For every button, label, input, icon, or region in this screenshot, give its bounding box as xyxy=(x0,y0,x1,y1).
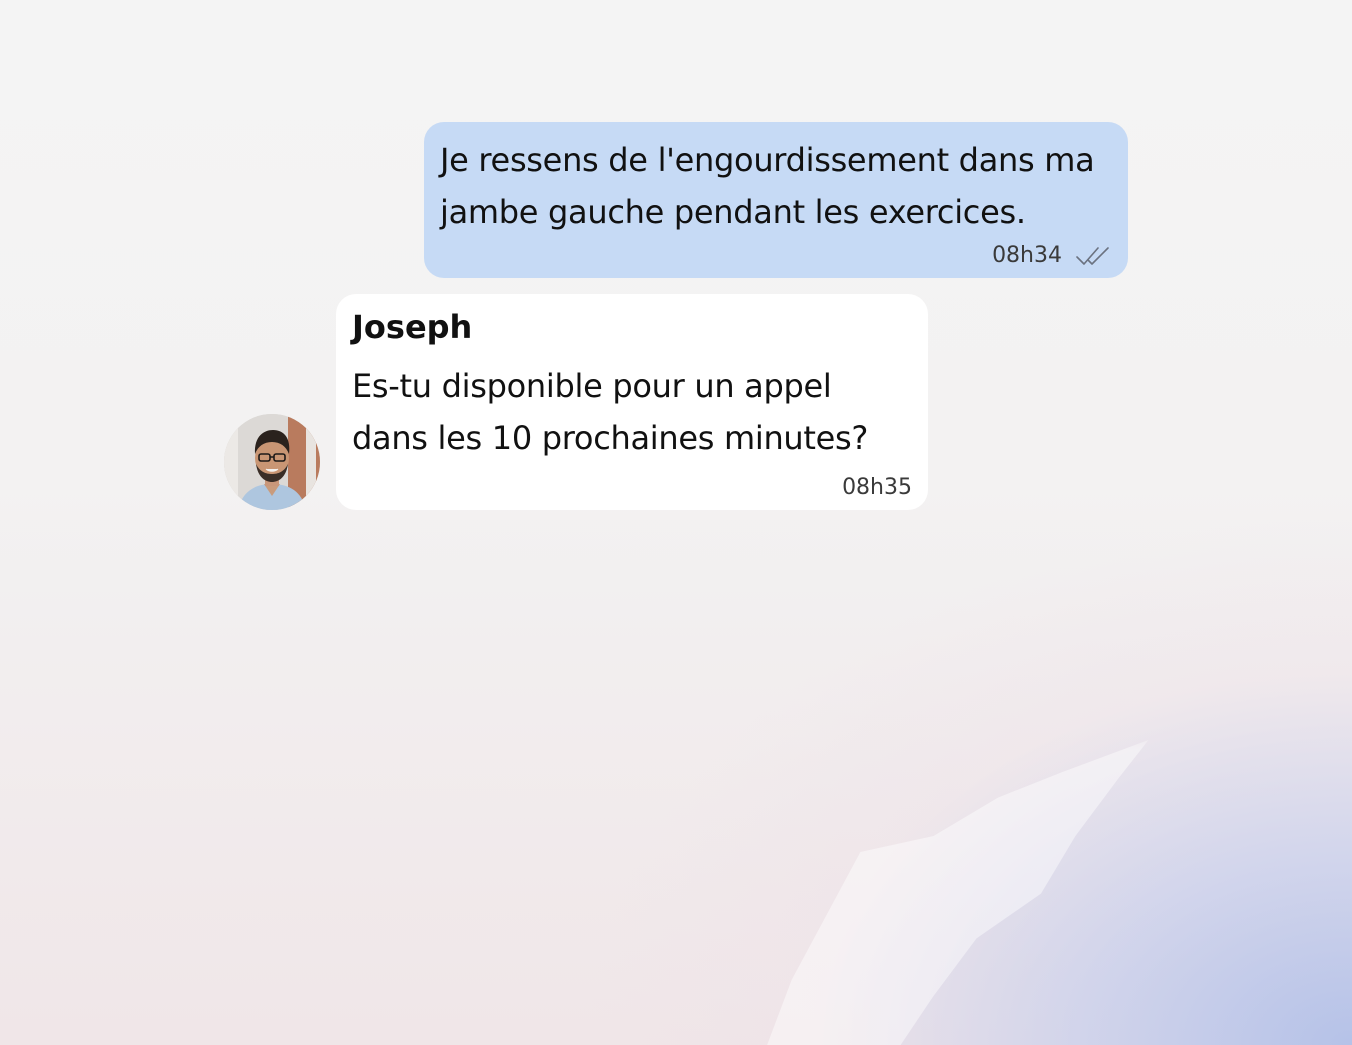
incoming-message-bubble[interactable]: Joseph Es-tu disponible pour un appel da… xyxy=(336,294,928,510)
message-text: Je ressens de l'engourdissement dans ma … xyxy=(440,141,1095,231)
message-meta: 08h34 xyxy=(992,243,1110,268)
message-time: 08h35 xyxy=(842,475,912,500)
message-text: Es-tu disponible pour un appel dans les … xyxy=(352,367,869,457)
outgoing-message-bubble[interactable]: Je ressens de l'engourdissement dans ma … xyxy=(424,122,1128,278)
sender-name: Joseph xyxy=(352,308,473,346)
message-meta: 08h35 xyxy=(842,475,912,500)
avatar[interactable] xyxy=(224,414,320,510)
double-check-icon xyxy=(1076,246,1110,266)
message-time: 08h34 xyxy=(992,243,1062,268)
